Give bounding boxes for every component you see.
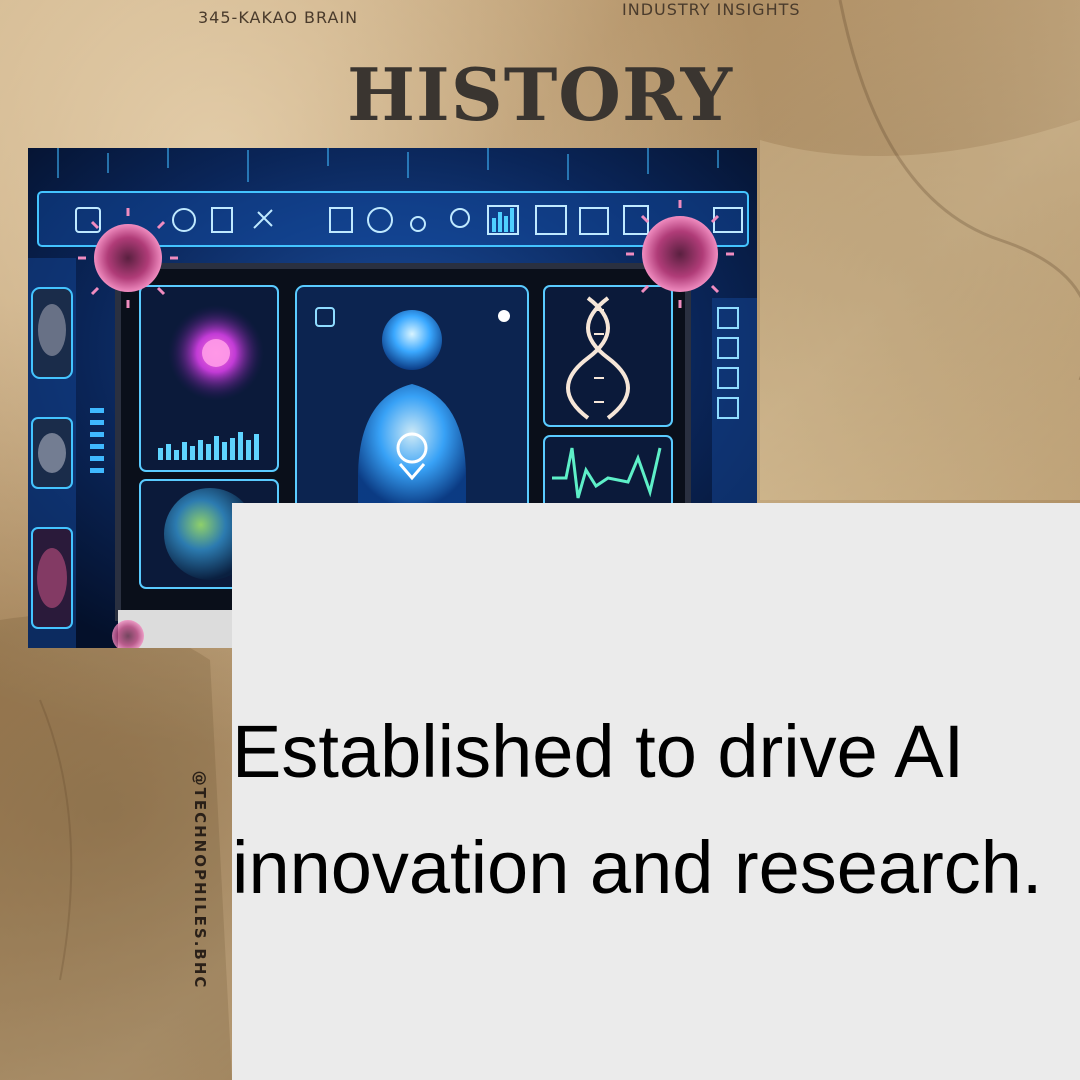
page-title: HISTORY: [346, 52, 734, 137]
brand-label: 345-KAKAO BRAIN: [198, 8, 359, 27]
body-text: Established to drive AI innovation and r…: [232, 710, 1043, 909]
social-handle: @TECHNOPHILES.BHC: [191, 770, 209, 990]
category-label: INDUSTRY INSIGHTS: [622, 0, 801, 19]
